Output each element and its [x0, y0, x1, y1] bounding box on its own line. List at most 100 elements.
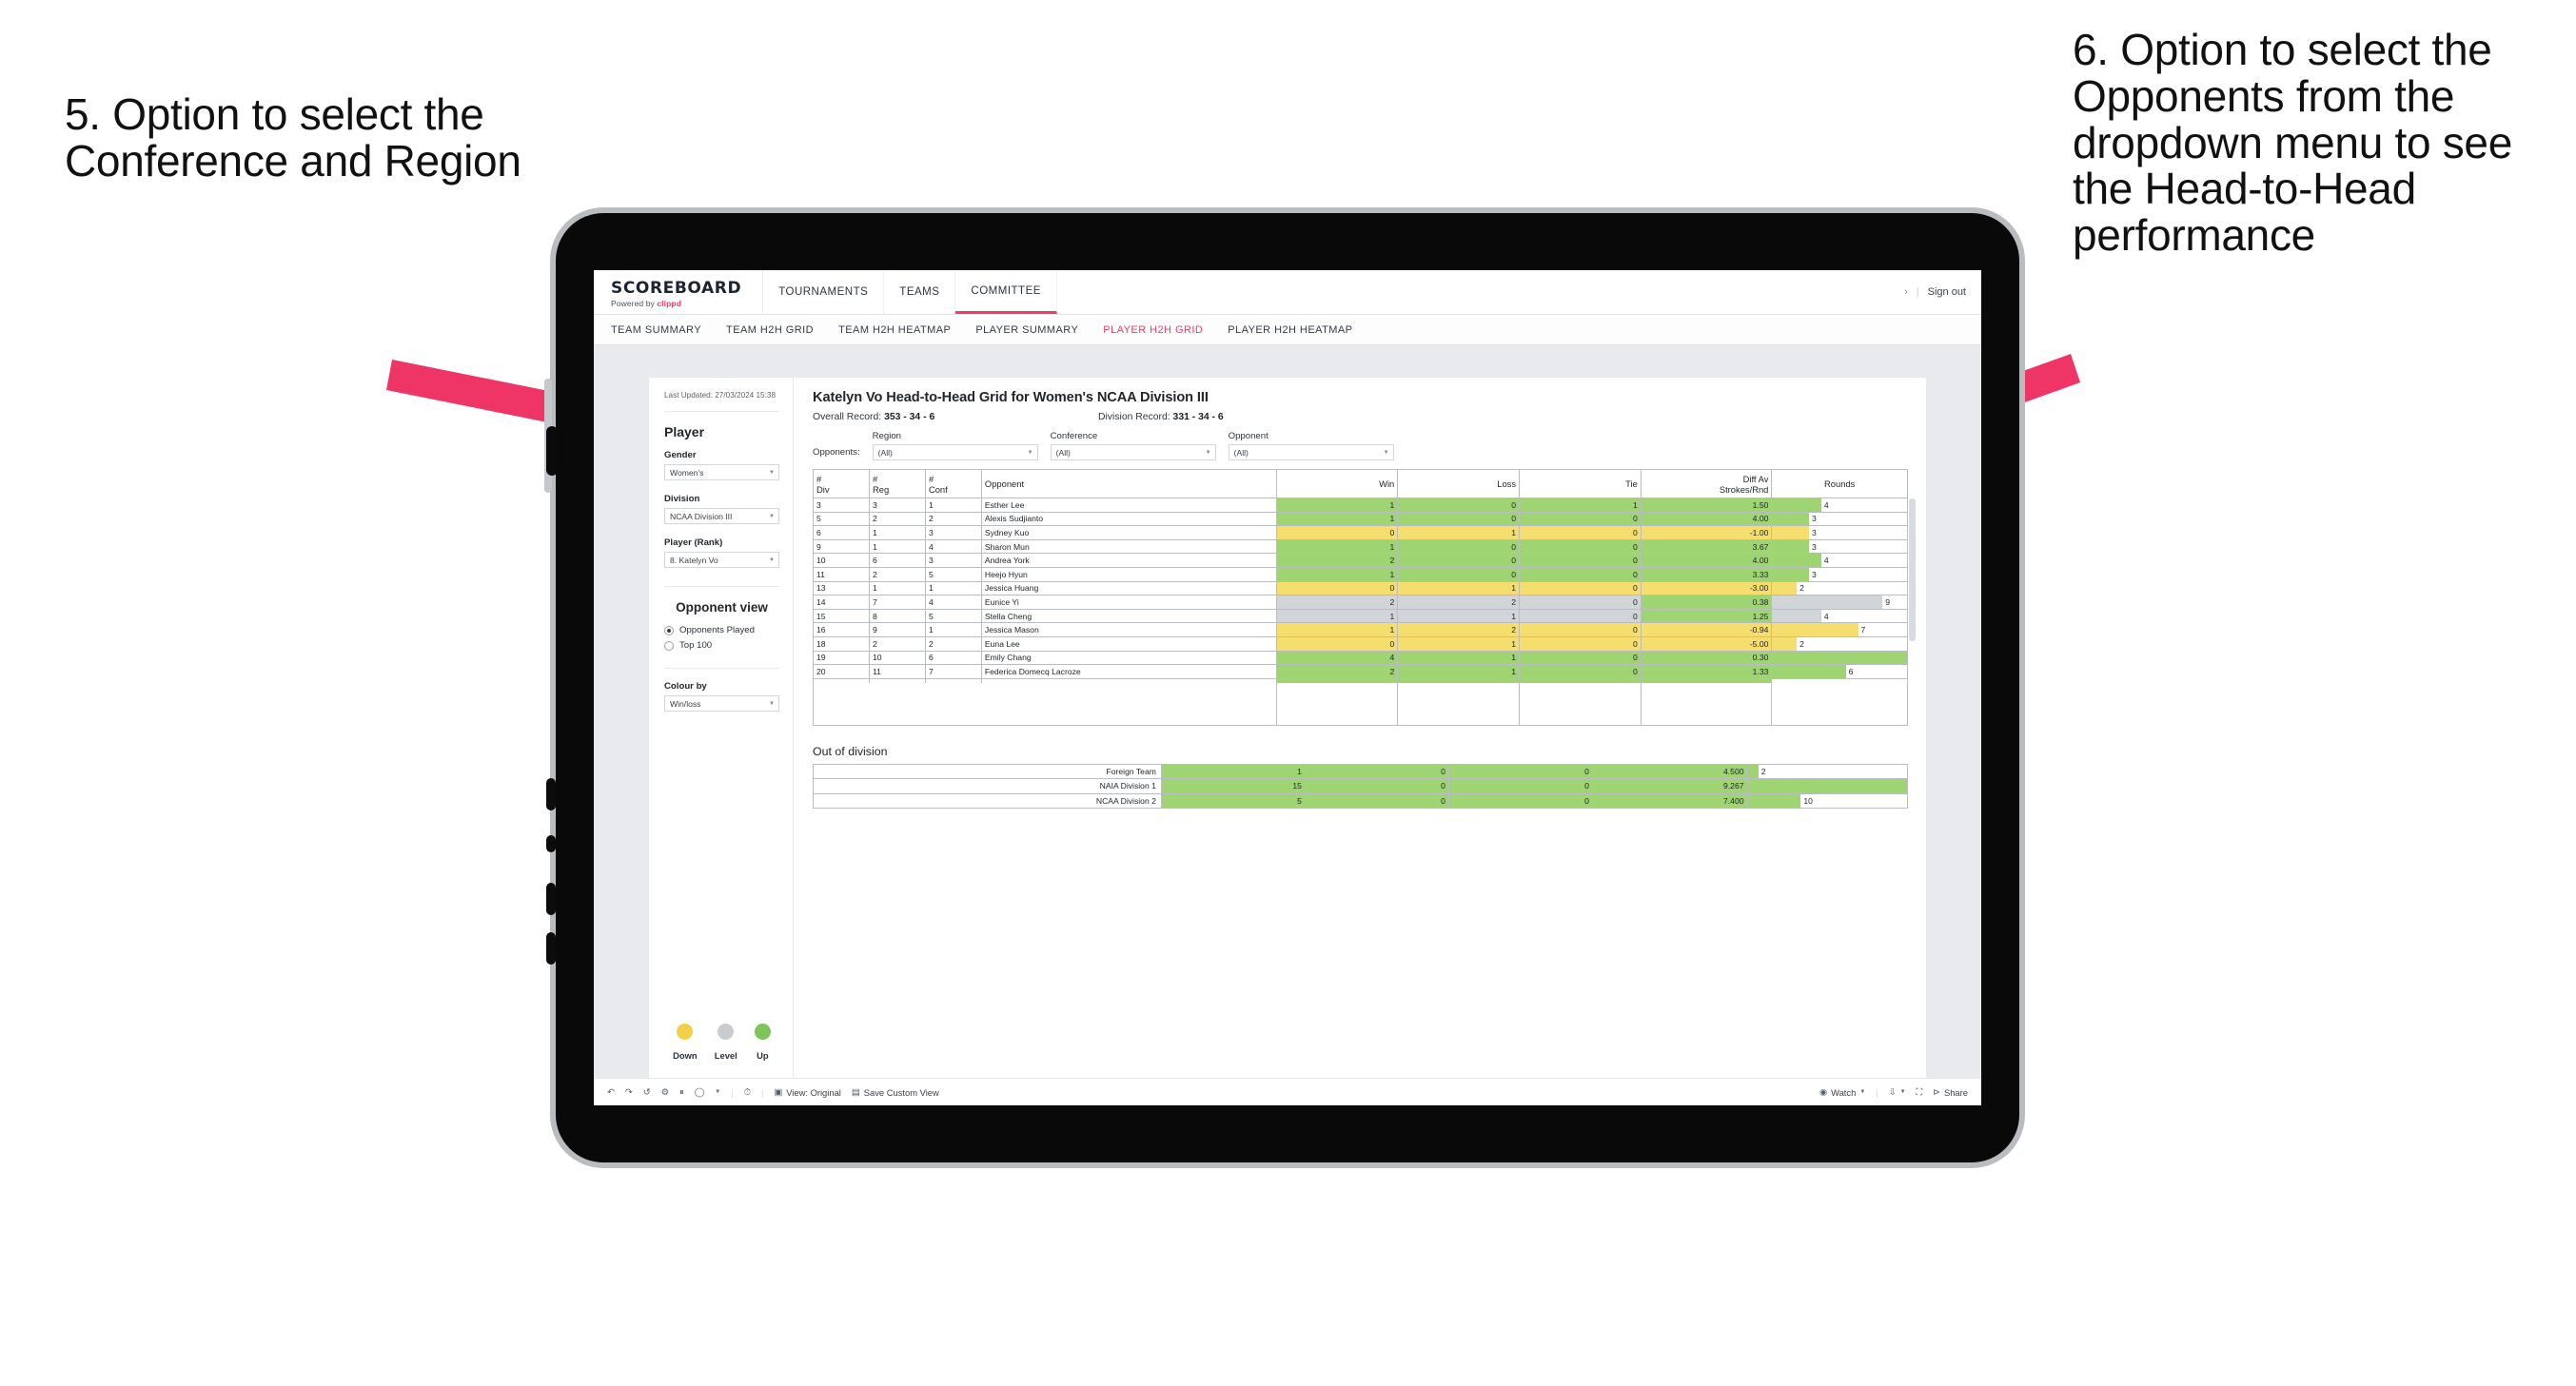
table-row[interactable]: 13 1 1 Jessica Huang 0 1 0 -3.00 2 [813, 580, 1908, 596]
cell-reg: 1 [868, 525, 926, 540]
cell-opponent: Sydney Kuo [980, 525, 1277, 540]
tablet-side-button-4[interactable] [546, 932, 556, 965]
subnav-item-player-summary[interactable]: PLAYER SUMMARY [975, 324, 1078, 336]
pause-updates-icon[interactable]: ⏸ [679, 1086, 684, 1098]
annotation-left: 5. Option to select the Conference and R… [65, 89, 521, 185]
table-row[interactable]: 3 3 1 Esther Lee 1 0 1 1.50 4 [813, 498, 1908, 513]
colour-by-select[interactable]: Win/loss ▼ [664, 695, 779, 713]
table-row[interactable]: NCAA Division 2 5 0 0 7.400 10 [813, 792, 1909, 810]
app-logo[interactable]: SCOREBOARD Powered by clippd [594, 270, 764, 314]
chevron-down-icon: ▼ [769, 700, 775, 707]
share-button[interactable]: ⊳ Share [1933, 1086, 1968, 1098]
table-vertical-scrollbar[interactable] [1909, 498, 1916, 641]
tablet-side-button-3[interactable] [546, 883, 556, 915]
cell-conf: 2 [924, 635, 982, 652]
table-row[interactable]: 10 6 3 Andrea York 2 0 0 4.00 4 [813, 553, 1908, 568]
fullscreen-icon[interactable]: ⛶ [1917, 1086, 1923, 1098]
table-row[interactable]: NAIA Division 115009.26730 [813, 778, 1909, 794]
division-record-label: Division Record: [1098, 412, 1173, 422]
filter-colour-by: Colour by Win/loss ▼ [664, 681, 779, 713]
watch-label: Watch [1831, 1086, 1857, 1098]
table-row[interactable]: 16 9 1 Jessica Mason 1 2 0 -0.94 7 [813, 622, 1908, 637]
filler-rounds [1771, 696, 1908, 712]
radio-icon-selected [664, 625, 674, 635]
revert-icon[interactable]: ↺ [643, 1086, 651, 1098]
tablet-volume-button[interactable] [546, 426, 558, 476]
table-row[interactable]: 6 1 3 Sydney Kuo 0 1 0 -1.00 3 [813, 525, 1908, 540]
opponent-select[interactable]: (All) ▼ [1228, 444, 1394, 460]
cell-win: 5 [1160, 792, 1306, 810]
rounds-bar [1748, 764, 1759, 778]
watch-button[interactable]: ◉ Watch ▼ [1819, 1086, 1865, 1098]
subnav-item-team-summary[interactable]: TEAM SUMMARY [611, 324, 701, 336]
cell-div: 5 [813, 511, 870, 527]
nav-item-teams[interactable]: TEAMS [884, 270, 956, 314]
download-button[interactable]: ⇩ ▼ [1889, 1086, 1906, 1098]
table-row[interactable]: 19106Emily Chang4100.3011 [813, 650, 1908, 666]
chevron-down-icon[interactable]: ▼ [715, 1089, 720, 1095]
radio-top-100[interactable]: Top 100 [664, 640, 779, 651]
filter-gender: Gender Women's ▼ [664, 450, 779, 481]
subnav-item-player-h2h-heatmap[interactable]: PLAYER H2H HEATMAP [1228, 324, 1352, 336]
filler-loss [1397, 683, 1521, 697]
table-row[interactable]: 9 1 4 Sharon Mun 1 0 0 3.67 3 [813, 538, 1908, 555]
undo-icon[interactable]: ↶ [607, 1086, 615, 1098]
col-header-diff: Diff Av Strokes/Rnd [1640, 469, 1773, 498]
rounds-value: 7 [1860, 625, 1866, 635]
nav-item-committee[interactable]: COMMITTEE [955, 270, 1057, 314]
region-select[interactable]: (All) ▼ [872, 444, 1038, 460]
cell-diff: -0.94 [1640, 622, 1773, 637]
rounds-bar [1772, 595, 1883, 609]
tablet-side-button-2[interactable] [546, 835, 556, 852]
history-clock-icon[interactable]: ⏱ [744, 1086, 751, 1098]
rounds-value: 4 [1823, 556, 1829, 566]
rounds-bar [1772, 513, 1810, 525]
table-row[interactable]: 11 2 5 Heejo Hyun 1 0 0 3.33 3 [813, 566, 1908, 582]
table-row[interactable]: Foreign Team 1 0 0 4.500 2 [813, 763, 1909, 780]
division-select[interactable]: NCAA Division III ▼ [664, 508, 779, 525]
table-row[interactable]: 5 2 2 Alexis Sudjianto 1 0 0 4.00 3 [813, 511, 1908, 527]
table-row[interactable]: 18 2 2 Euna Lee 0 1 0 -5.00 2 [813, 635, 1908, 652]
main-panel: Katelyn Vo Head-to-Head Grid for Women's… [794, 378, 1926, 1078]
nav-item-tournaments[interactable]: TOURNAMENTS [763, 270, 885, 314]
subnav-item-player-h2h-grid[interactable]: PLAYER H2H GRID [1103, 324, 1203, 336]
table-row[interactable]: 14 7 4 Eunice Yi 2 2 0 0.38 9 [813, 595, 1908, 610]
bottom-toolbar: ↶ ↷ ↺ ⚙ ⏸ ◯ ▼ | ⏱ | ▣ View: Original ▤ S… [594, 1078, 1981, 1105]
filter-shape-icon[interactable]: ◯ [695, 1086, 705, 1098]
rounds-value: 2 [1799, 638, 1804, 649]
region-select-value: (All) [877, 447, 893, 458]
cell-rounds: 4 [1771, 498, 1908, 513]
conference-select[interactable]: (All) ▼ [1050, 444, 1216, 460]
cell-rounds: 7 [1771, 622, 1908, 637]
cell-loss: 1 [1397, 650, 1521, 666]
records-row: Overall Record: 353 - 34 - 6 Division Re… [813, 412, 1908, 422]
cell-reg: 7 [868, 595, 926, 610]
cell-tie: 0 [1519, 580, 1642, 596]
refresh-data-icon[interactable]: ⚙ [661, 1086, 669, 1098]
rounds-bar [1772, 526, 1810, 539]
sign-out-link[interactable]: Sign out [1928, 286, 1966, 298]
tablet-side-button-1[interactable] [546, 778, 556, 810]
cell-loss: 2 [1397, 595, 1521, 610]
player-rank-select[interactable]: 8. Katelyn Vo ▼ [664, 552, 779, 569]
cell-tie: 0 [1519, 538, 1642, 555]
table-row[interactable]: 20 11 7 Federica Domecq Lacroze 2 1 0 1.33 6 [813, 664, 1908, 679]
cell-tie: 0 [1447, 778, 1593, 794]
rounds-value: 11 [1907, 652, 1908, 665]
subnav-item-team-h2h-heatmap[interactable]: TEAM H2H HEATMAP [838, 324, 951, 336]
table-row[interactable]: 15 8 5 Stella Cheng 1 1 0 1.25 4 [813, 608, 1908, 624]
filler-tie [1519, 696, 1642, 712]
subnav-item-team-h2h-grid[interactable]: TEAM H2H GRID [726, 324, 814, 336]
cell-diff: 9.267 [1591, 778, 1748, 794]
top-bar-right: › | Sign out [1904, 270, 1981, 314]
gender-select[interactable]: Women's ▼ [664, 464, 779, 481]
save-custom-view-button[interactable]: ▤ Save Custom View [852, 1086, 939, 1098]
share-label: Share [1943, 1086, 1968, 1098]
view-original-button[interactable]: ▣ View: Original [774, 1086, 841, 1098]
chevron-right-icon[interactable]: › [1904, 286, 1908, 298]
cell-win: 1 [1275, 538, 1399, 555]
table-filler-row [813, 711, 1908, 726]
radio-opponents-played[interactable]: Opponents Played [664, 625, 779, 635]
redo-icon[interactable]: ↷ [625, 1086, 633, 1098]
filler-win [1275, 683, 1399, 697]
